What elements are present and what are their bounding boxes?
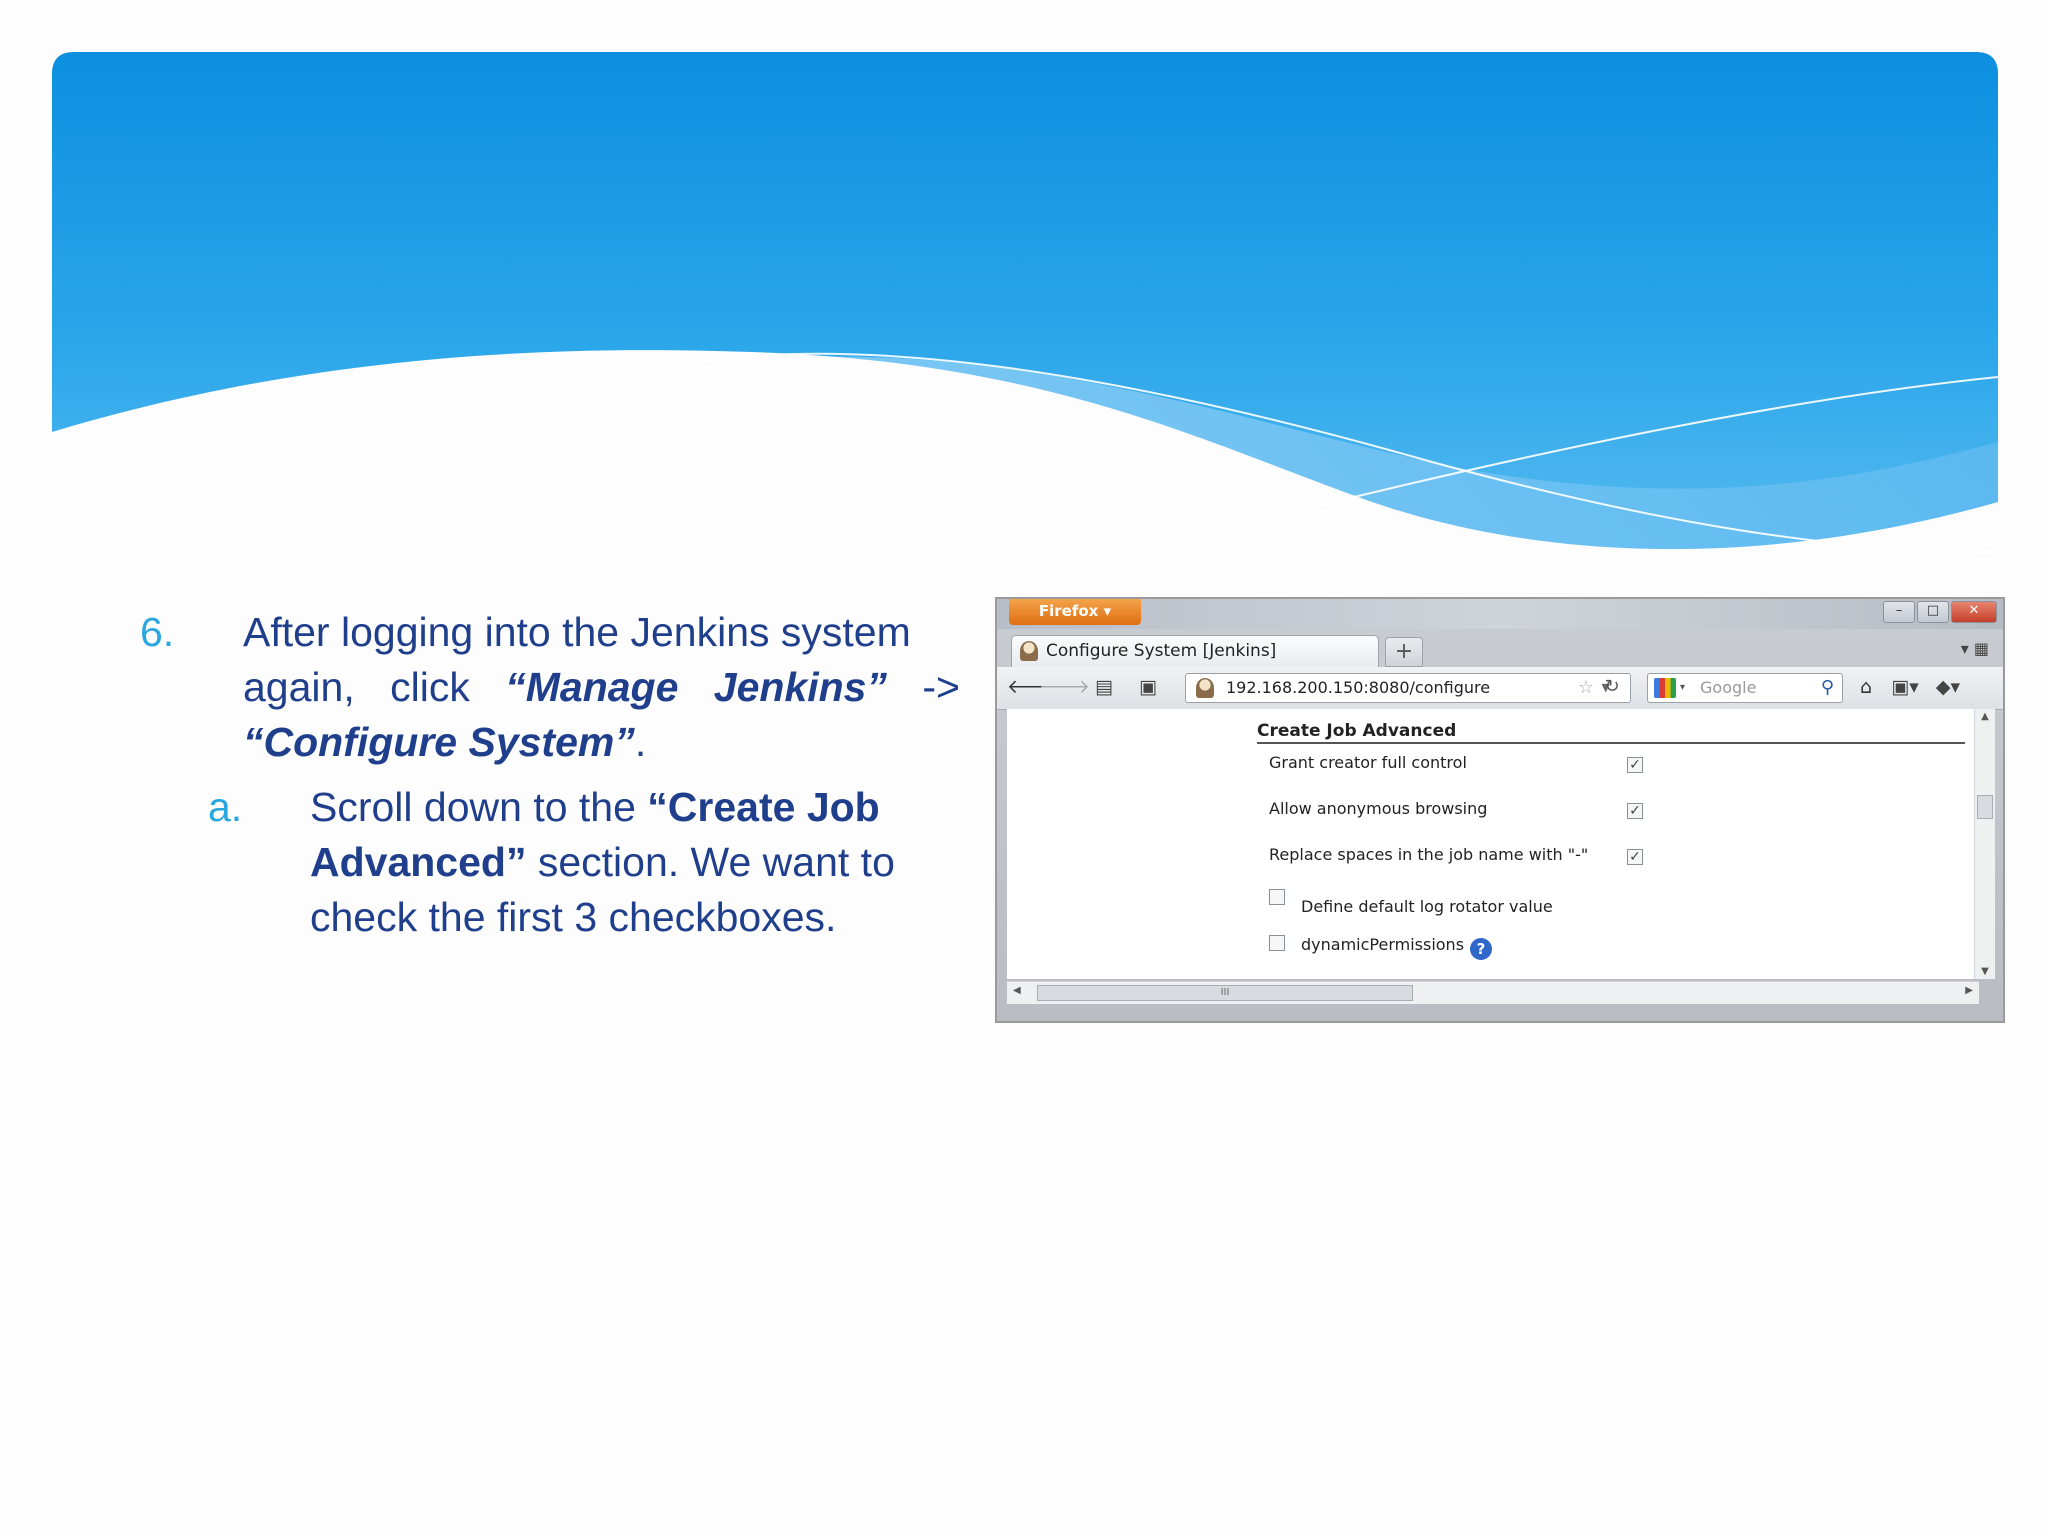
scroll-right-icon[interactable]: ▶ [1965,985,1973,996]
url-bar[interactable]: 192.168.200.150:8080/configure ☆ ▼ [1185,673,1631,703]
item-word-click: click [390,664,470,710]
vertical-scroll-thumb[interactable] [1977,795,1993,819]
option-row-grant-creator: Grant creator full control [1269,753,1467,772]
new-window-icon[interactable]: ▣ [1133,673,1163,701]
section-title: Create Job Advanced [1257,721,1965,744]
forward-arrow-icon[interactable]: 🡒 [1039,673,1090,701]
header-wave-banner [52,52,1998,572]
option-row-anonymous-browsing: Allow anonymous browsing [1269,799,1487,818]
home-icon[interactable]: ⌂ [1851,673,1881,701]
sub-text-prefix: Scroll down to the [310,784,648,830]
option-row-dynamic-permissions: dynamicPermissions? [1301,935,1493,960]
url-text: 192.168.200.150:8080/configure [1226,678,1491,697]
reload-icon[interactable]: ↻ [1599,673,1625,701]
back-arrow-icon[interactable]: 🡐 [1007,673,1058,701]
option-row-log-rotator: Define default log rotator value [1301,897,1553,916]
jenkins-favicon-icon [1020,641,1038,661]
list-number: 6. [140,609,175,655]
window-titlebar: Firefox ▾ – □ ✕ [997,599,2003,629]
print-icon[interactable]: ▤ [1089,673,1119,701]
close-button[interactable]: ✕ [1951,601,1997,623]
option-label: Allow anonymous browsing [1269,799,1488,818]
configure-system-text: “Configure System” [243,719,635,765]
horizontal-scrollbar[interactable]: ◀ III ▶ [1007,981,1979,1004]
slide-body: 6. After logging into the Jenkins system… [140,605,960,945]
addons-icon[interactable]: ◆▾ [1929,673,1967,701]
search-bar[interactable]: ▾ Google ⚲ [1647,673,1843,703]
item-line-2: again, click “Manage Jenkins” -> [243,660,960,715]
window-controls: – □ ✕ [1881,601,1997,623]
minimize-button[interactable]: – [1883,601,1915,623]
search-placeholder: Google [1700,678,1757,697]
sub-letter: a. [208,784,243,830]
item-period: . [634,719,647,765]
browser-screenshot: Firefox ▾ – □ ✕ Configure System [Jenkin… [995,597,2005,1023]
checkbox-log-rotator[interactable] [1269,889,1285,905]
item-arrow: -> [922,664,960,710]
slide: 6. After logging into the Jenkins system… [0,0,2048,1536]
checkbox-grant-creator[interactable]: ✓ [1627,757,1643,773]
search-engine-dropdown-icon[interactable]: ▾ [1680,674,1685,702]
google-search-engine-icon[interactable] [1654,678,1676,698]
firefox-menu-button[interactable]: Firefox ▾ [1009,599,1141,625]
option-label: Define default log rotator value [1301,897,1553,916]
sub-item-text: Scroll down to the “Create Job Advanced”… [310,780,960,945]
navigation-toolbar: 🡐 🡒 ▤ ▣ 192.168.200.150:8080/configure ☆… [997,667,2003,710]
site-identity-icon [1196,678,1214,698]
tab-list-icon[interactable]: ▾ ▦ [1961,639,1989,658]
tab-configure-system[interactable]: Configure System [Jenkins] [1011,635,1379,667]
bookmark-star-icon[interactable]: ☆ [1578,674,1594,702]
bookmarks-menu-icon[interactable]: ▣▾ [1887,673,1923,701]
search-icon[interactable]: ⚲ [1821,674,1834,702]
option-label: Grant creator full control [1269,753,1467,772]
scroll-down-icon[interactable]: ▼ [1975,966,1995,977]
firefox-menu-label: Firefox [1038,602,1099,620]
item-line-3: “Configure System”. [243,715,960,770]
option-label: dynamicPermissions [1301,935,1465,954]
checkbox-anonymous-browsing[interactable]: ✓ [1627,803,1643,819]
option-label: Replace spaces in the job name with "-" [1269,845,1589,864]
horizontal-scroll-thumb[interactable]: III [1037,985,1413,1001]
help-icon[interactable]: ? [1470,938,1493,960]
item-word-again: again, [243,664,355,710]
maximize-button[interactable]: □ [1917,601,1949,623]
manage-jenkins-text: “Manage Jenkins” [505,664,887,710]
option-row-replace-spaces: Replace spaces in the job name with "-" [1269,845,1588,864]
new-tab-button[interactable]: + [1385,637,1423,667]
page-content: Create Job Advanced Grant creator full c… [1007,709,1985,979]
sub-item-a: a. Scroll down to the “Create Job Advanc… [140,780,960,945]
list-item-6: 6. After logging into the Jenkins system… [140,605,960,770]
item-line-1: After logging into the Jenkins system [243,609,911,655]
tab-bar: Configure System [Jenkins] + ▾ ▦ [997,629,2003,667]
scroll-up-icon[interactable]: ▲ [1975,711,1995,722]
tab-title: Configure System [Jenkins] [1046,641,1277,661]
checkbox-dynamic-permissions[interactable] [1269,935,1285,951]
scroll-left-icon[interactable]: ◀ [1013,985,1021,996]
vertical-scrollbar[interactable]: ▲ ▼ [1974,709,1995,979]
checkbox-replace-spaces[interactable]: ✓ [1627,849,1643,865]
